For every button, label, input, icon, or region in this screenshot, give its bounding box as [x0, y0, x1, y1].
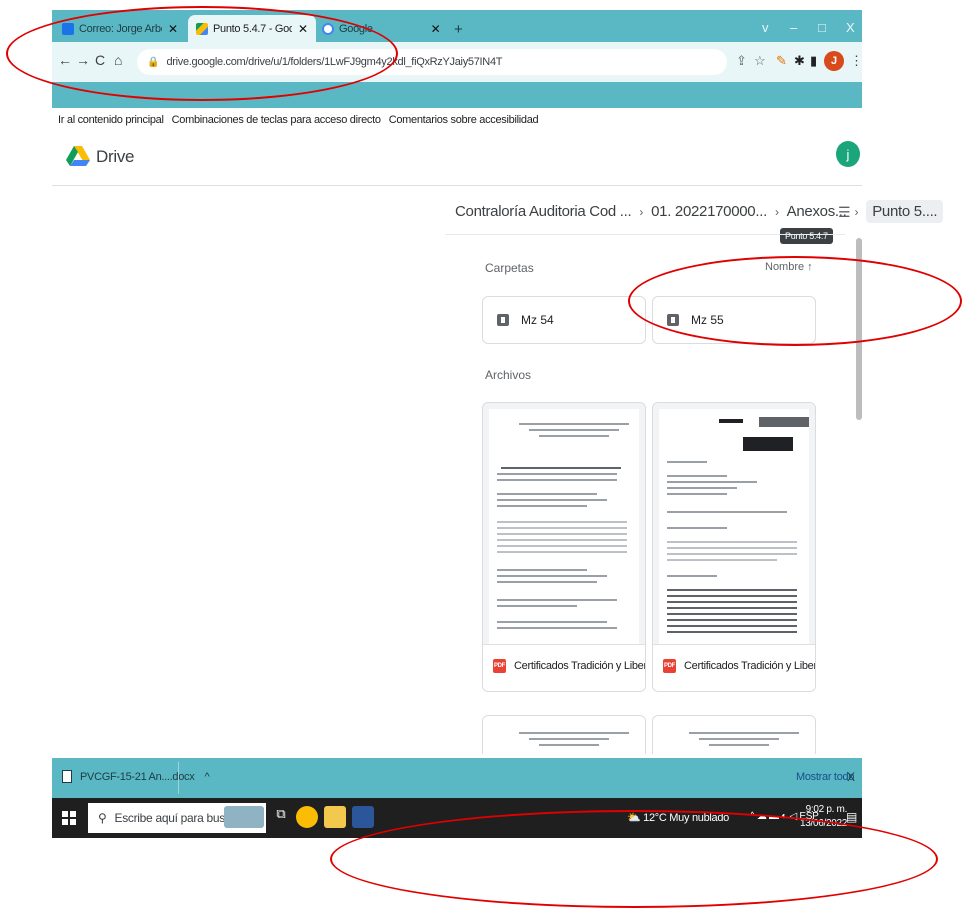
profile-avatar[interactable]: J: [824, 51, 844, 71]
file-card[interactable]: PDF Certificados Tradición y Libertad LA…: [652, 402, 816, 692]
annotation-ellipse: [628, 256, 962, 346]
drive-logo-icon[interactable]: [66, 146, 90, 166]
annotation-ellipse: [6, 6, 398, 101]
files-heading: Archivos: [485, 368, 532, 382]
chrome-taskbar-icon[interactable]: [296, 806, 318, 828]
more-menu-icon[interactable]: ⋮: [850, 53, 863, 69]
file-name-row: PDF Certificados Tradición y Libertad LA…: [663, 659, 815, 673]
header-divider: [52, 185, 862, 186]
document-preview: [659, 409, 809, 644]
notifications-icon[interactable]: ▤: [846, 810, 857, 824]
chevron-up-icon[interactable]: ^: [204, 771, 209, 783]
file-name-row: PDF Certificados Tradición y Libertad LA…: [493, 659, 645, 673]
document-icon: [62, 770, 72, 783]
app-name[interactable]: Drive: [96, 147, 134, 167]
folders-heading: Carpetas: [485, 261, 534, 275]
news-widget-icon[interactable]: [224, 806, 264, 828]
folder-name: Mz 54: [521, 313, 554, 327]
extension-icon[interactable]: ✎: [776, 53, 787, 69]
search-placeholder: Escribe aquí para buscar: [114, 811, 242, 825]
folder-item[interactable]: Mz 54: [482, 296, 646, 344]
file-card-partial[interactable]: [482, 715, 646, 754]
file-explorer-icon[interactable]: [324, 806, 346, 828]
file-card-partial[interactable]: [652, 715, 816, 754]
minimize-button[interactable]: –: [790, 20, 797, 35]
keyboard-shortcuts-link[interactable]: Combinaciones de teclas para acceso dire…: [172, 114, 381, 126]
maximize-button[interactable]: □: [818, 20, 826, 35]
chevron-right-icon: ›: [854, 204, 859, 219]
annotation-ellipse: [330, 810, 938, 908]
chevron-right-icon: ›: [774, 204, 779, 219]
bookmark-star-icon[interactable]: ☆: [754, 53, 766, 69]
account-avatar[interactable]: j: [836, 141, 860, 167]
skip-to-content-link[interactable]: Ir al contenido principal: [58, 114, 164, 126]
search-icon: ⚲: [98, 811, 107, 825]
clock-time: 9:02 p. m.: [805, 804, 848, 815]
breadcrumb-item[interactable]: Contraloría Auditoria Cod ...: [455, 203, 632, 220]
task-view-icon[interactable]: ⧉: [270, 806, 292, 828]
windows-start-icon[interactable]: [62, 811, 76, 825]
new-tab-button[interactable]: +: [454, 21, 463, 38]
show-all-downloads-button[interactable]: Mostrar todo: [796, 771, 854, 783]
pdf-icon: PDF: [663, 659, 676, 673]
pdf-icon: PDF: [493, 659, 506, 673]
tab-search-icon[interactable]: v: [762, 20, 769, 35]
download-shelf: PVCGF-15-21 An....docx ^ Mostrar todo X: [52, 758, 862, 798]
shared-folder-icon: [497, 314, 509, 326]
file-name: Certificados Tradición y Libertad LA CAS…: [514, 660, 645, 672]
divider: [178, 762, 179, 794]
document-preview: [489, 409, 639, 644]
side-panel-icon[interactable]: ▮: [810, 53, 817, 69]
chevron-right-icon: ›: [639, 204, 644, 219]
close-shelf-button[interactable]: X: [847, 770, 855, 784]
breadcrumb: Contraloría Auditoria Cod ... › 01. 2022…: [455, 200, 944, 223]
file-thumbnail: [653, 403, 815, 645]
list-view-icon[interactable]: ☰: [838, 204, 851, 221]
accessibility-feedback-link[interactable]: Comentarios sobre accesibilidad: [389, 114, 539, 126]
close-window-button[interactable]: X: [846, 20, 855, 35]
file-thumbnail: [483, 403, 645, 645]
download-item[interactable]: PVCGF-15-21 An....docx ^: [62, 770, 210, 783]
breadcrumb-current[interactable]: Punto 5....: [866, 200, 944, 223]
word-icon[interactable]: [352, 806, 374, 828]
breadcrumb-item[interactable]: 01. 2022170000...: [651, 203, 767, 220]
extensions-puzzle-icon[interactable]: ✱: [794, 53, 805, 69]
share-icon[interactable]: ⇪: [736, 53, 747, 69]
file-name: Certificados Tradición y Libertad LA CAS…: [684, 660, 815, 672]
accessibility-links: Ir al contenido principal Combinaciones …: [58, 114, 539, 126]
file-card[interactable]: PDF Certificados Tradición y Libertad LA…: [482, 402, 646, 692]
close-tab-icon[interactable]: ✕: [431, 22, 441, 36]
